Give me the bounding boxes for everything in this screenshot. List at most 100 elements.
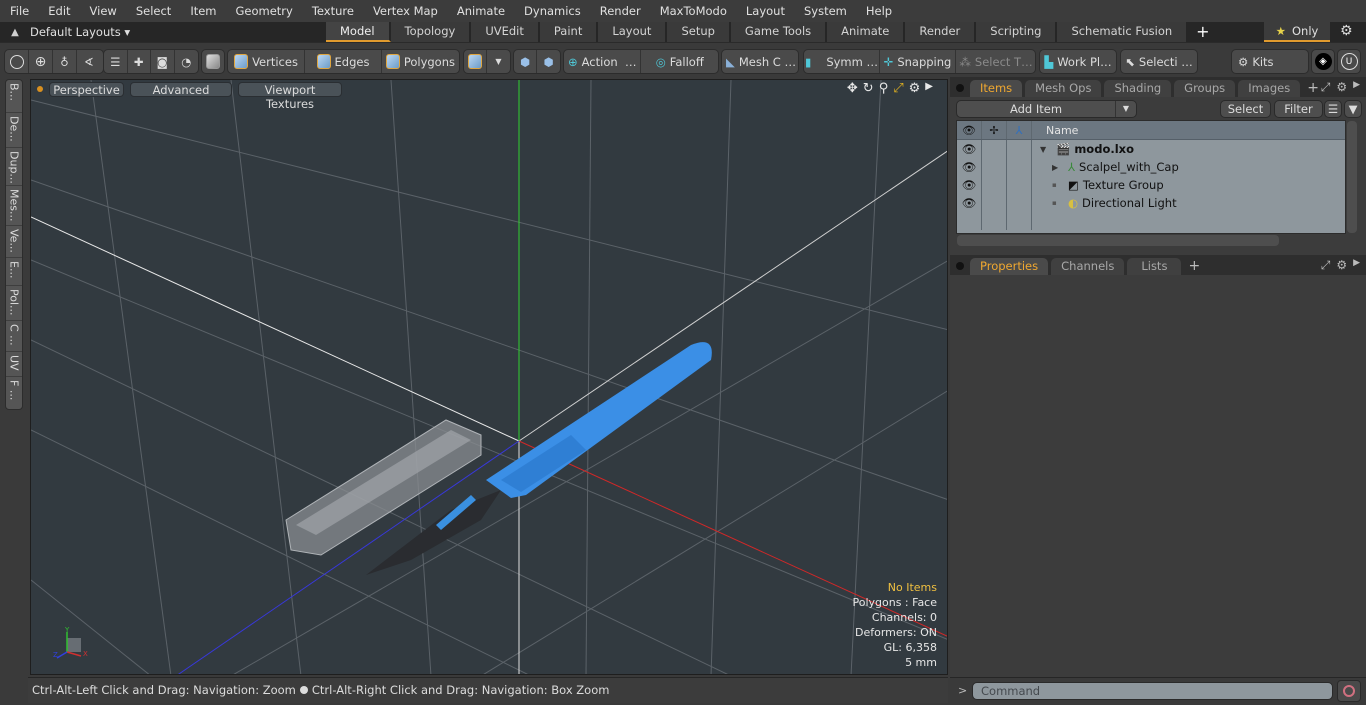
advanced-button[interactable]: Advanced: [130, 81, 232, 97]
unreal-button[interactable]: U: [1338, 50, 1360, 73]
eye-icon[interactable]: 👁: [957, 140, 982, 158]
eye-icon[interactable]: 👁: [957, 176, 982, 194]
menu-view[interactable]: View: [80, 4, 126, 18]
tab-properties[interactable]: Properties: [970, 258, 1049, 275]
center-button[interactable]: ⬢: [514, 50, 538, 73]
vertices-button[interactable]: Vertices: [228, 50, 305, 73]
viewport-status-dot[interactable]: [37, 86, 43, 92]
list-options-button[interactable]: ☰: [1324, 100, 1342, 118]
work-plane-button[interactable]: ▙ Work Pl…: [1040, 50, 1116, 73]
select-through-button[interactable]: ⁂ Select T…: [956, 50, 1035, 73]
menu-vertex-map[interactable]: Vertex Map: [363, 4, 447, 18]
menu-edit[interactable]: Edit: [38, 4, 79, 18]
tab-model[interactable]: Model: [326, 22, 391, 42]
tree-row[interactable]: 👁 ▼ 🎬 modo.lxo: [957, 140, 1345, 158]
side-tab-basic[interactable]: B...: [6, 80, 22, 113]
expand-arrow-icon[interactable]: ▶: [925, 81, 933, 96]
falloff-button[interactable]: ◎ Falloff: [641, 50, 718, 73]
tab-layout[interactable]: Layout: [598, 22, 668, 42]
kits-button[interactable]: ⚙ Kits: [1232, 50, 1308, 73]
dial-button[interactable]: ◔: [175, 50, 198, 73]
lasso-button[interactable]: ∢: [77, 50, 101, 73]
rotate-icon[interactable]: ↻: [863, 81, 874, 96]
gear-icon[interactable]: ⚙: [1340, 23, 1353, 39]
locator-column-icon[interactable]: ⅄: [1007, 121, 1032, 139]
tab-game-tools[interactable]: Game Tools: [730, 22, 828, 42]
eye-icon[interactable]: 👁: [957, 194, 982, 212]
tab-images[interactable]: Images: [1238, 80, 1301, 97]
menu-item[interactable]: Item: [180, 4, 225, 18]
material-mode-button[interactable]: [464, 50, 488, 73]
menu-select[interactable]: Select: [126, 4, 180, 18]
material-dropdown[interactable]: ▼: [487, 50, 510, 73]
maximize-panel-icon[interactable]: ⤢: [1321, 258, 1331, 273]
maximize-panel-icon[interactable]: ⤢: [1321, 80, 1331, 95]
menu-layout[interactable]: Layout: [736, 4, 794, 18]
collapse-up-icon[interactable]: ▲: [0, 27, 30, 38]
panel-gear-icon[interactable]: ⚙: [1336, 80, 1347, 95]
side-tab-fusion[interactable]: F ...: [6, 377, 22, 407]
menu-system[interactable]: System: [794, 4, 856, 18]
menu-maxtomodo[interactable]: MaxToModo: [650, 4, 736, 18]
circle-select-button[interactable]: [5, 50, 29, 73]
tree-horizontal-scrollbar[interactable]: [957, 235, 1279, 246]
perspective-button[interactable]: Perspective: [49, 81, 124, 97]
funnel-button[interactable]: ▼: [1344, 100, 1362, 118]
mesh-constraint-button[interactable]: ◣ Mesh C …: [722, 50, 798, 73]
tab-schematic-fusion[interactable]: Schematic Fusion: [1057, 22, 1189, 42]
panel-expand-icon[interactable]: ▶: [1353, 258, 1360, 273]
tab-topology[interactable]: Topology: [390, 22, 472, 42]
menu-render[interactable]: Render: [590, 4, 650, 18]
edges-button[interactable]: Edges: [305, 50, 382, 73]
tab-shading[interactable]: Shading: [1104, 80, 1172, 97]
unity-button[interactable]: ◈: [1312, 50, 1334, 73]
tab-uvedit[interactable]: UVEdit: [471, 22, 540, 42]
polygons-button[interactable]: Polygons: [382, 50, 459, 73]
command-input[interactable]: [972, 682, 1333, 700]
panel-menu-dot[interactable]: [956, 262, 964, 270]
expand-triangle-icon[interactable]: ▶: [1052, 163, 1064, 172]
tab-animate[interactable]: Animate: [827, 22, 906, 42]
side-tab-curve[interactable]: C ...: [6, 321, 22, 352]
snapping-button[interactable]: ✛ Snapping: [880, 50, 956, 73]
item-mode-button[interactable]: [202, 50, 224, 73]
menu-dynamics[interactable]: Dynamics: [514, 4, 590, 18]
tab-paint[interactable]: Paint: [539, 22, 599, 42]
tab-mesh-ops[interactable]: Mesh Ops: [1025, 80, 1102, 97]
lock-column-icon[interactable]: ✢: [982, 121, 1007, 139]
panel-menu-dot[interactable]: [956, 84, 964, 92]
pen-button[interactable]: ♁: [53, 50, 77, 73]
panel-gear-icon[interactable]: ⚙: [1336, 258, 1347, 273]
default-layouts-dropdown[interactable]: Default Layouts ▾: [30, 25, 326, 39]
menu-file[interactable]: File: [0, 4, 38, 18]
3d-viewport[interactable]: Perspective Advanced Viewport Textures ✥…: [30, 79, 948, 675]
globe-button[interactable]: ⊕: [29, 50, 53, 73]
menu-animate[interactable]: Animate: [447, 4, 514, 18]
tab-items[interactable]: Items: [970, 80, 1023, 97]
add-item-dropdown[interactable]: Add Item ▼: [956, 100, 1137, 118]
eye-icon[interactable]: 👁: [957, 158, 982, 176]
tab-scripting[interactable]: Scripting: [976, 22, 1058, 42]
tree-row[interactable]: 👁 ▶ ⅄ Scalpel_with_Cap: [957, 158, 1345, 176]
tab-render[interactable]: Render: [905, 22, 977, 42]
menu-texture[interactable]: Texture: [302, 4, 363, 18]
collapse-triangle-icon[interactable]: ▼: [1040, 145, 1052, 154]
side-tab-mesh[interactable]: Mes...: [6, 186, 22, 226]
tab-setup[interactable]: Setup: [667, 22, 731, 42]
move-icon[interactable]: ✥: [847, 81, 858, 96]
filter-button[interactable]: Filter: [1274, 100, 1323, 118]
name-column-header[interactable]: Name: [1032, 124, 1078, 137]
tab-groups[interactable]: Groups: [1174, 80, 1236, 97]
side-tab-vertex[interactable]: Ve...: [6, 226, 22, 258]
tab-lists[interactable]: Lists: [1127, 258, 1182, 275]
panel-expand-icon[interactable]: ▶: [1353, 80, 1360, 95]
visibility-column-eye-icon[interactable]: 👁: [957, 121, 982, 139]
tree-row[interactable]: 👁 ▪ ◩ Texture Group: [957, 176, 1345, 194]
tree-row[interactable]: 👁 ▪ ◐ Directional Light: [957, 194, 1345, 212]
side-tab-deform[interactable]: De...: [6, 113, 22, 148]
pivot-button[interactable]: ⬢: [537, 50, 560, 73]
selection-sets-button[interactable]: ⬉ Selecti …: [1121, 50, 1197, 73]
maximize-icon[interactable]: ⤢: [893, 81, 903, 96]
zoom-icon[interactable]: ⚲: [879, 81, 889, 96]
symmetry-button[interactable]: ▮ Symm …: [804, 50, 880, 73]
